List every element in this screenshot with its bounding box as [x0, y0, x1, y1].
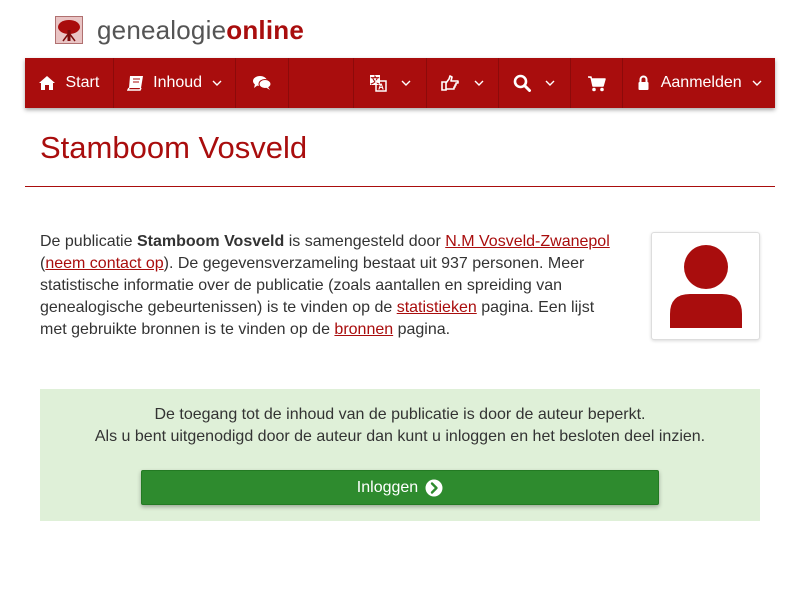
- translate-icon: 文 A: [369, 74, 387, 92]
- nav-share[interactable]: [427, 58, 499, 108]
- comments-icon: [252, 75, 272, 91]
- login-button[interactable]: Inloggen: [141, 470, 659, 505]
- login-button-label: Inloggen: [356, 478, 419, 496]
- sources-link[interactable]: bronnen: [334, 321, 393, 338]
- chevron-down-icon: [474, 80, 484, 86]
- notice-line-1: De toegang tot de inhoud van de publicat…: [154, 406, 646, 423]
- notice-line-2: Als u bent uitgenodigd door de auteur da…: [94, 428, 706, 445]
- chevron-down-icon: [401, 80, 411, 86]
- publication-name: Stamboom Vosveld: [136, 233, 285, 250]
- search-icon: [513, 74, 532, 92]
- page-title: Stamboom Vosveld: [40, 130, 308, 165]
- hand-pointer-icon: [440, 75, 460, 91]
- chevron-down-icon: [545, 80, 555, 86]
- main-navbar: Start Inhoud 文 A Aanmelden: [25, 58, 775, 108]
- title-divider: [25, 186, 775, 187]
- desc-text: is samengesteld door: [284, 233, 446, 250]
- svg-text:A: A: [378, 83, 384, 92]
- site-logo-text[interactable]: genealogieonline: [97, 15, 304, 45]
- nav-start[interactable]: Start: [25, 58, 114, 108]
- avatar: [659, 240, 752, 333]
- author-link[interactable]: N.M Vosveld-Zwanepol: [445, 233, 610, 250]
- nav-start-label: Start: [65, 74, 100, 91]
- nav-inhoud[interactable]: Inhoud: [114, 58, 237, 108]
- nav-login[interactable]: Aanmelden: [623, 58, 775, 108]
- access-restricted-notice: De toegang tot de inhoud van de publicat…: [40, 389, 760, 521]
- nav-cart[interactable]: [571, 58, 624, 108]
- book-icon: [127, 75, 144, 91]
- lock-icon: [637, 75, 650, 91]
- logo-text-online: online: [226, 15, 304, 45]
- user-avatar-icon: [669, 244, 742, 328]
- logo-text-genealogie: genealogie: [97, 15, 227, 45]
- nav-search[interactable]: [499, 58, 571, 108]
- logo-tree-icon[interactable]: [55, 16, 83, 44]
- home-icon: [38, 75, 56, 91]
- desc-text: pagina.: [393, 321, 451, 338]
- chevron-down-icon: [212, 80, 222, 86]
- statistics-link[interactable]: statistieken: [397, 299, 477, 316]
- contact-link[interactable]: neem contact op: [45, 255, 163, 272]
- publication-description: De publicatie Stamboom Vosveld is sameng…: [40, 231, 620, 341]
- site-header: genealogieonline: [55, 14, 304, 46]
- author-avatar-card: [651, 232, 760, 340]
- nav-spacer: [289, 58, 355, 108]
- chevron-down-icon: [752, 80, 762, 86]
- shopping-cart-icon: [587, 75, 606, 92]
- nav-login-label: Aanmelden: [660, 74, 742, 91]
- nav-language[interactable]: 文 A: [354, 58, 427, 108]
- desc-text: De publicatie: [40, 233, 137, 250]
- nav-inhoud-label: Inhoud: [153, 74, 203, 91]
- chevron-circle-right-icon: [425, 479, 443, 497]
- nav-forum[interactable]: [236, 58, 290, 108]
